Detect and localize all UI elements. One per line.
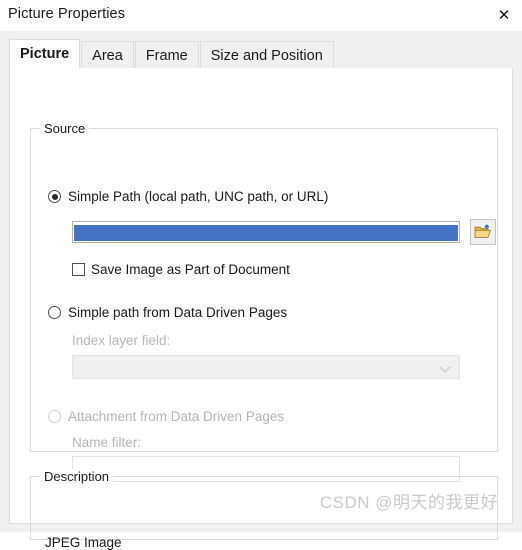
checkbox-label-save-image: Save Image as Part of Document (91, 262, 290, 277)
tab-page-picture: Source Simple Path (local path, UNC path… (9, 68, 513, 550)
radio-label-simple-path: Simple Path (local path, UNC path, or UR… (68, 189, 329, 204)
source-group-box: Source (30, 121, 498, 452)
path-input-selected-text[interactable] (74, 225, 458, 241)
dialog-body: Picture Area Frame Size and Position Sou… (0, 31, 522, 550)
radio-indicator-data-driven-path[interactable] (48, 306, 61, 319)
radio-simple-path[interactable]: Simple Path (local path, UNC path, or UR… (48, 189, 328, 204)
csdn-watermark: CSDN @明天的我更好 (319, 493, 498, 512)
title-bar: Picture Properties ✕ (0, 0, 522, 31)
radio-label-data-driven-path: Simple path from Data Driven Pages (68, 305, 288, 320)
index-layer-field-label: Index layer field: (72, 333, 171, 348)
radio-label-attachment: Attachment from Data Driven Pages (68, 409, 285, 424)
tab-picture[interactable]: Picture (9, 39, 81, 69)
radio-indicator-attachment[interactable] (48, 410, 61, 423)
tab-strip-filler (334, 40, 513, 69)
index-layer-field-combobox[interactable] (72, 355, 460, 379)
window-title: Picture Properties (8, 6, 126, 22)
folder-open-icon (474, 224, 491, 238)
tab-frame[interactable]: Frame (134, 41, 199, 69)
name-filter-label: Name filter: (72, 435, 142, 450)
chevron-down-icon[interactable] (441, 362, 451, 372)
radio-simple-path-from-data-driven-pages[interactable]: Simple path from Data Driven Pages (48, 305, 287, 320)
radio-indicator-simple-path[interactable] (48, 190, 61, 203)
close-icon[interactable]: ✕ (490, 2, 518, 28)
description-group-label: Description (40, 469, 114, 484)
radio-attachment-from-data-driven-pages[interactable]: Attachment from Data Driven Pages (48, 409, 284, 424)
tab-size-and-position[interactable]: Size and Position (199, 41, 334, 69)
browse-button[interactable] (470, 219, 496, 245)
tab-strip: Picture Area Frame Size and Position (9, 39, 513, 69)
checkbox-save-image-as-part-of-document[interactable]: Save Image as Part of Document (72, 262, 290, 277)
path-input[interactable] (72, 221, 460, 243)
tab-area[interactable]: Area (81, 41, 134, 69)
description-text: JPEG Image (45, 535, 122, 550)
source-group-label: Source (40, 121, 90, 136)
checkbox-indicator-save-image[interactable] (72, 263, 85, 276)
